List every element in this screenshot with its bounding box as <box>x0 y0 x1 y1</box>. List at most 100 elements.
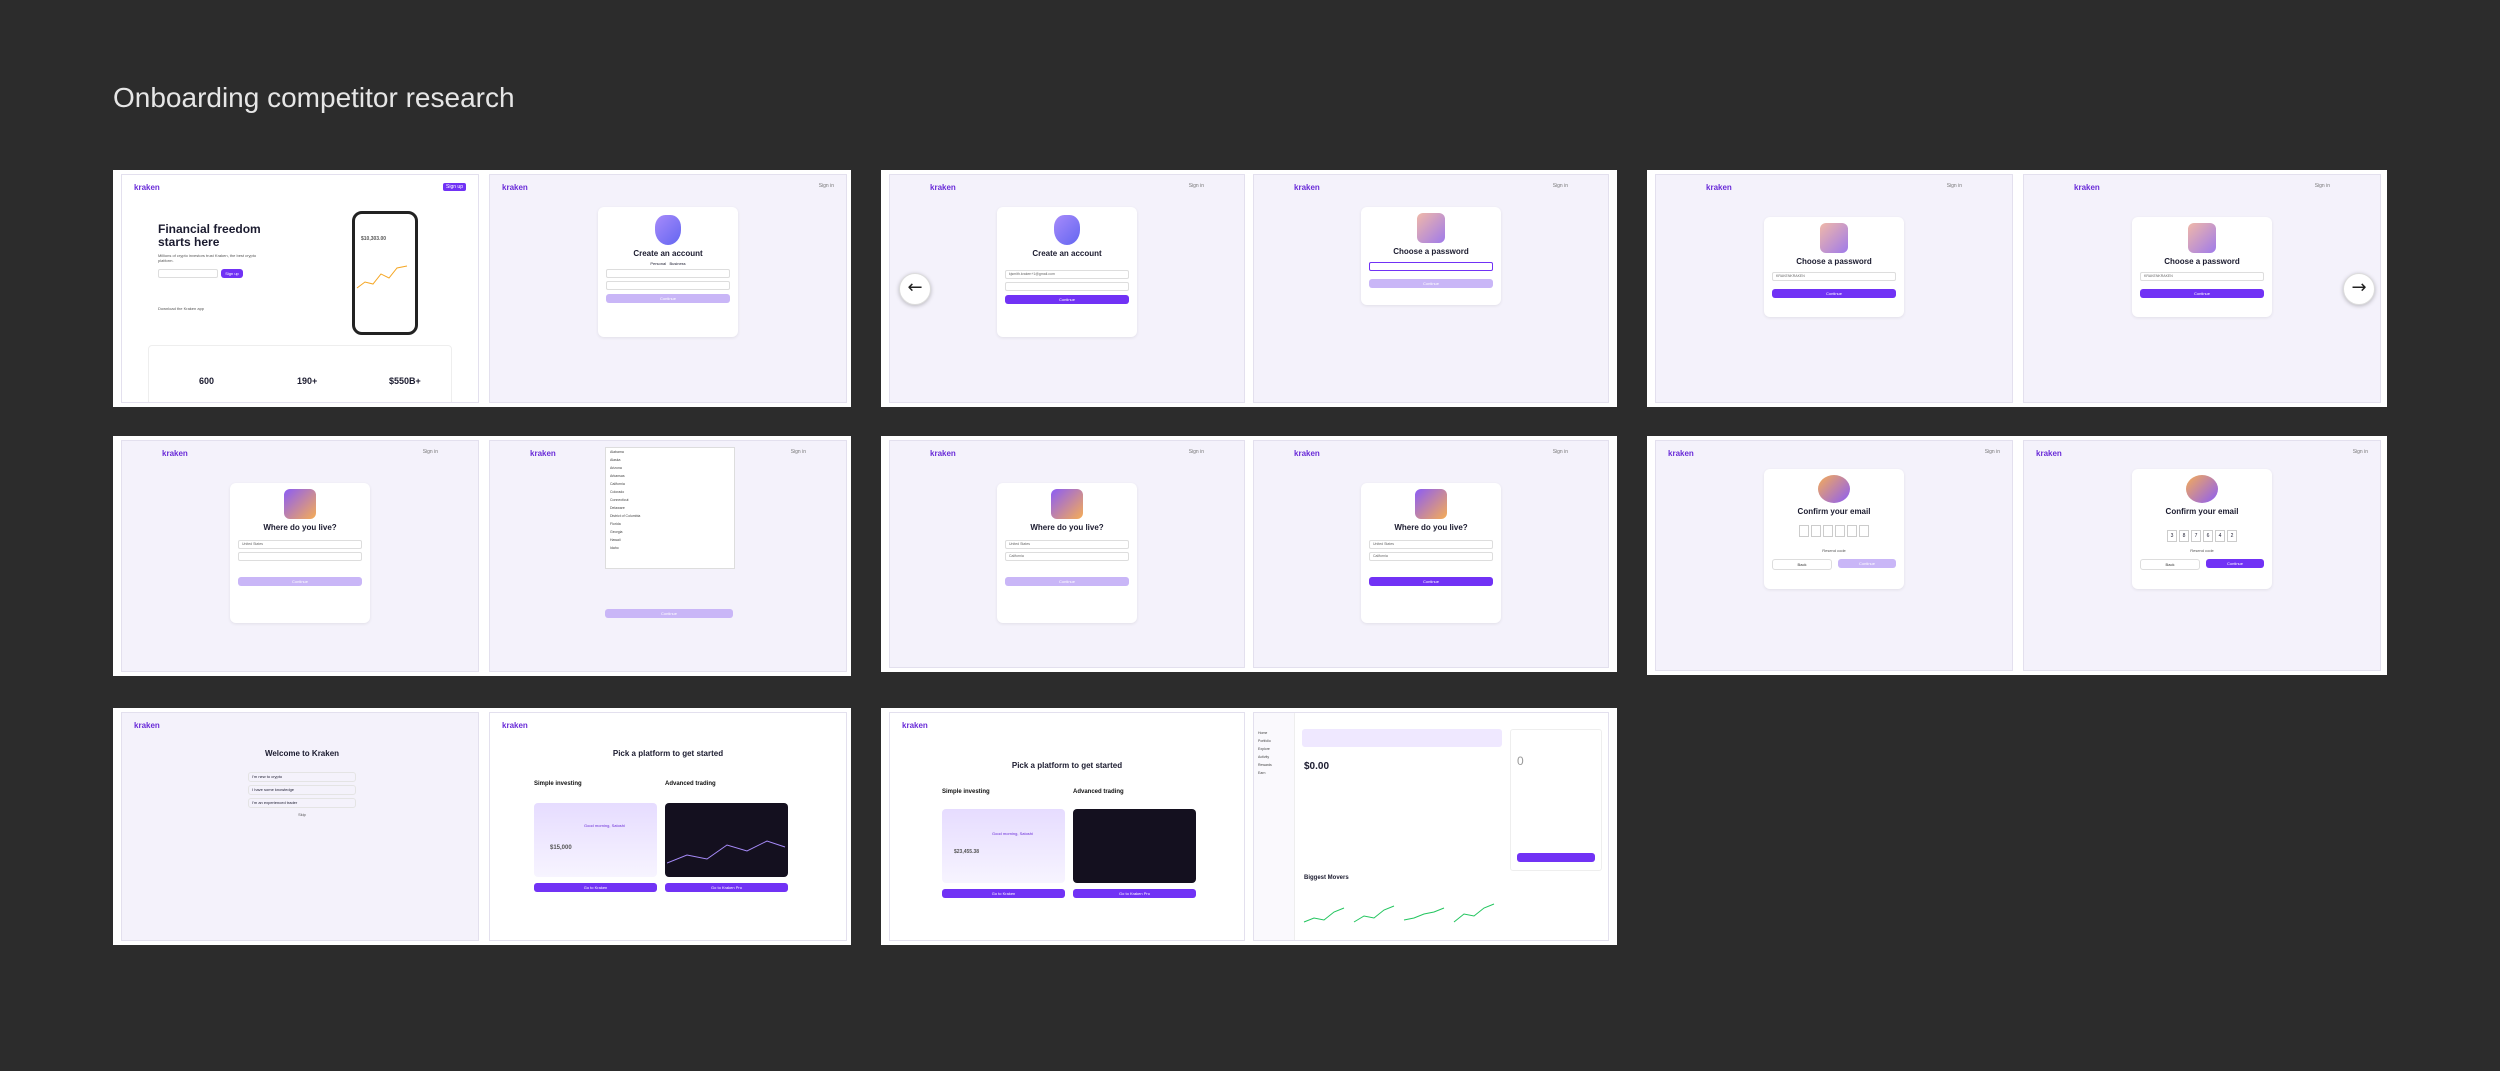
continue-button[interactable]: Continue <box>1772 289 1896 298</box>
choose-password-title: Choose a password <box>1393 247 1469 256</box>
state-option[interactable]: Idaho <box>606 544 734 552</box>
continue-button[interactable]: Continue <box>1369 577 1493 586</box>
continue-button[interactable]: Continue <box>1005 577 1129 586</box>
welcome-option-experienced[interactable]: I'm an experienced trader <box>248 798 356 808</box>
hero-signup-button[interactable]: Sign up <box>221 269 243 278</box>
password-field[interactable] <box>1369 262 1493 271</box>
country-select[interactable]: United States <box>1005 540 1129 549</box>
continue-button[interactable]: Continue <box>605 609 733 618</box>
state-select[interactable]: California <box>1005 552 1129 561</box>
back-button[interactable]: Back <box>1772 559 1832 570</box>
mail-illustration <box>2186 475 2218 503</box>
prev-arrow-button[interactable]: ← <box>899 273 931 305</box>
go-to-kraken-button[interactable]: Go to Kraken <box>534 883 657 892</box>
state-option[interactable]: Georgia <box>606 528 734 536</box>
email-field[interactable] <box>606 269 730 278</box>
trade-panel[interactable]: 0 <box>1510 729 1602 871</box>
sign-in-link[interactable]: Sign in <box>2315 183 2330 189</box>
code-inputs[interactable] <box>1764 524 1904 542</box>
download-app-link[interactable]: Download the Kraken app <box>158 306 268 311</box>
simple-investing-preview[interactable]: Good morning, Satoshi $15,000 <box>534 803 657 877</box>
password-field[interactable] <box>606 281 730 290</box>
state-option[interactable]: California <box>606 480 734 488</box>
continue-button[interactable]: Continue <box>1005 295 1129 304</box>
back-button[interactable]: Back <box>2140 559 2200 570</box>
resend-code-link[interactable]: Resend code <box>2132 548 2272 553</box>
sign-in-link[interactable]: Sign in <box>1189 449 1204 455</box>
tab-business[interactable]: Business <box>669 261 685 266</box>
continue-button[interactable]: Continue <box>1369 279 1493 288</box>
sidebar-item-portfolio[interactable]: Portfolio <box>1254 737 1294 745</box>
state-dropdown-list[interactable]: Alabama Alaska Arizona Arkansas Californ… <box>605 447 735 569</box>
sidebar-item-activity[interactable]: Activity <box>1254 753 1294 761</box>
sign-in-link[interactable]: Sign in <box>1985 449 2000 455</box>
state-option[interactable]: Hawaii <box>606 536 734 544</box>
resend-code-link[interactable]: Resend code <box>1764 548 1904 553</box>
state-option[interactable]: Connecticut <box>606 496 734 504</box>
simple-investing-preview[interactable]: Good morning, Satoshi $23,455.38 <box>942 809 1065 883</box>
go-to-kraken-pro-button[interactable]: Go to Kraken Pro <box>1073 889 1196 898</box>
where-live-title: Where do you live? <box>1030 523 1104 532</box>
go-to-kraken-pro-button[interactable]: Go to Kraken Pro <box>665 883 788 892</box>
confirm-email-title: Confirm your email <box>1797 507 1871 516</box>
sign-in-link[interactable]: Sign in <box>2353 449 2368 455</box>
panel-create-account-filled: kraken Sign in Create an account kjsmith… <box>889 174 1245 403</box>
create-account-dialog: Create an account Personal Business Cont… <box>598 207 738 337</box>
continue-button[interactable]: Continue <box>238 577 362 586</box>
preview-greeting: Good morning, Satoshi <box>584 823 625 828</box>
state-option[interactable]: Arkansas <box>606 472 734 480</box>
state-option[interactable]: Delaware <box>606 504 734 512</box>
next-arrow-button[interactable]: → <box>2343 273 2375 305</box>
advanced-trading-preview[interactable] <box>1073 809 1196 883</box>
state-option[interactable]: Alabama <box>606 448 734 456</box>
advanced-trading-preview[interactable] <box>665 803 788 877</box>
continue-button[interactable]: Continue <box>2206 559 2264 568</box>
sign-in-link[interactable]: Sign in <box>791 449 806 455</box>
state-select[interactable] <box>238 552 362 561</box>
sign-in-link[interactable]: Sign in <box>423 449 438 455</box>
state-option[interactable]: Colorado <box>606 488 734 496</box>
email-input[interactable] <box>158 269 218 278</box>
state-option[interactable]: Alaska <box>606 456 734 464</box>
sidebar-item-home[interactable]: Home <box>1254 729 1294 737</box>
welcome-option-some[interactable]: I have some knowledge <box>248 785 356 795</box>
trade-button[interactable] <box>1517 853 1595 862</box>
go-to-kraken-button[interactable]: Go to Kraken <box>942 889 1065 898</box>
sidebar-item-explore[interactable]: Explore <box>1254 745 1294 753</box>
sidebar-item-rewards[interactable]: Rewards <box>1254 761 1294 769</box>
country-select[interactable]: United States <box>1369 540 1493 549</box>
code-inputs[interactable]: 387642 <box>2132 524 2272 542</box>
card-create-account-password: kraken Sign in Create an account kjsmith… <box>881 170 1617 407</box>
state-select[interactable]: California <box>1369 552 1493 561</box>
tab-personal[interactable]: Personal <box>650 261 666 266</box>
state-option[interactable]: Arizona <box>606 464 734 472</box>
state-option[interactable]: Florida <box>606 520 734 528</box>
sign-in-link[interactable]: Sign in <box>1553 449 1568 455</box>
card-where-live: kraken Sign in Where do you live? United… <box>113 436 851 676</box>
sign-in-link[interactable]: Sign in <box>819 183 834 189</box>
continue-button[interactable]: Continue <box>2140 289 2264 298</box>
email-field[interactable]: kjsmith.kraken+1@gmail.com <box>1005 270 1129 279</box>
password-field[interactable] <box>1005 282 1129 291</box>
welcome-option-new[interactable]: I'm new to crypto <box>248 772 356 782</box>
create-account-dialog: Create an account kjsmith.kraken+1@gmail… <box>997 207 1137 337</box>
panel-password-2: kraken Sign in Choose a password KRAKENK… <box>2023 174 2381 403</box>
state-option[interactable]: District of Columbia <box>606 512 734 520</box>
password-field[interactable]: KRAKENKRAKEN <box>2140 272 2264 281</box>
stats-strip: 600 190+ $550B+ <box>148 345 452 402</box>
password-field[interactable]: KRAKENKRAKEN <box>1772 272 1896 281</box>
continue-button[interactable]: Continue <box>606 294 730 303</box>
kraken-logo: kraken <box>930 449 956 458</box>
trade-amount: 0 <box>1517 754 1524 768</box>
sign-in-link[interactable]: Sign in <box>1553 183 1568 189</box>
sign-up-button[interactable]: Sign up <box>443 183 466 191</box>
stat-1: 600 <box>199 376 215 386</box>
kraken-logo: kraken <box>162 449 188 458</box>
skip-link[interactable]: Skip <box>242 812 362 817</box>
sidebar-item-earn[interactable]: Earn <box>1254 769 1294 777</box>
sign-in-link[interactable]: Sign in <box>1189 183 1204 189</box>
continue-button[interactable]: Continue <box>1838 559 1896 568</box>
kraken-logo: kraken <box>930 183 956 192</box>
country-select[interactable]: United States <box>238 540 362 549</box>
sign-in-link[interactable]: Sign in <box>1947 183 1962 189</box>
